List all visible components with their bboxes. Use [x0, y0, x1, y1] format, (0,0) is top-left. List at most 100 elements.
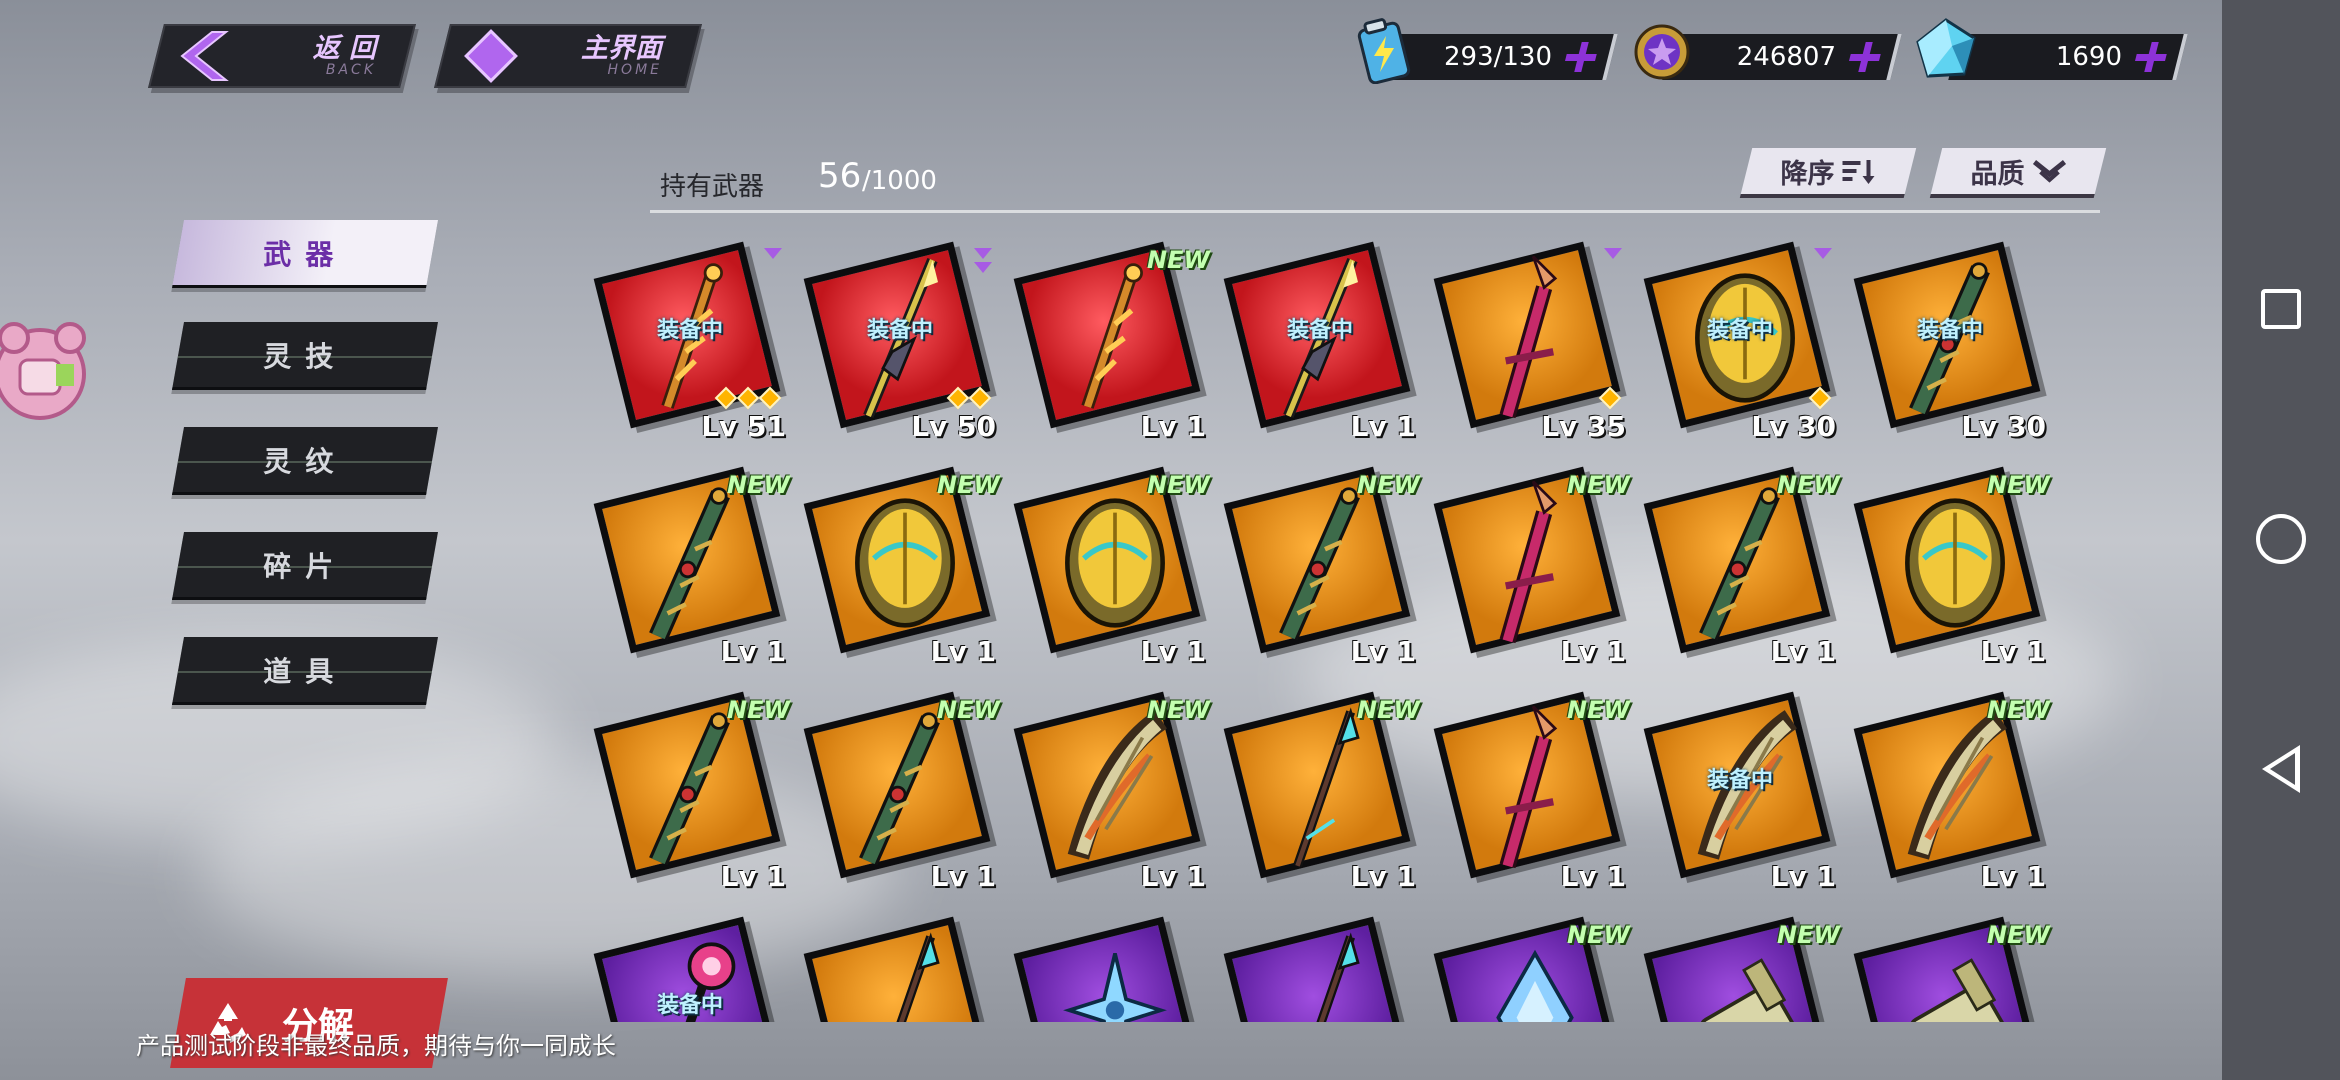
weapon-card[interactable]: NEW Lv 1 [1850, 465, 2050, 675]
home-button[interactable]: 主界面 HOME [434, 24, 702, 88]
tab-fragments[interactable]: 碎片 [172, 532, 438, 600]
weapon-level: Lv 1 [720, 860, 786, 893]
weapon-card[interactable]: NEW Lv 1 [1430, 465, 1630, 675]
back-sublabel: BACK [325, 61, 376, 78]
test-phase-notice: 产品测试阶段非最终品质，期待与你一同成长 [136, 1032, 616, 1060]
weapon-level: Lv 1 [720, 635, 786, 668]
weapon-level: Lv 1 [1560, 860, 1626, 893]
weapon-level: Lv 51 [701, 410, 786, 443]
jade-gauntlet-icon [859, 712, 940, 866]
tab-spirit-skills[interactable]: 灵技 [172, 322, 438, 390]
new-badge: NEW [1987, 921, 2050, 949]
weapon-card[interactable]: 装备中 Lv 51 [590, 240, 790, 450]
weapon-card[interactable] [1010, 915, 1210, 1022]
weapon-level: Lv 1 [1770, 635, 1836, 668]
tab-spirit-runes[interactable]: 灵纹 [172, 427, 438, 495]
weapon-card[interactable] [800, 915, 1000, 1022]
weapon-card[interactable]: 装备中 [590, 915, 790, 1022]
weapon-level: Lv 1 [930, 860, 996, 893]
quality-filter-button[interactable]: 品质 [1929, 148, 2107, 198]
equipped-badge: 装备中 [656, 993, 723, 1018]
weapon-card[interactable]: NEW Lv 1 [1640, 465, 1840, 675]
weapon-level: Lv 1 [1350, 860, 1416, 893]
gold-counter: 246807 [1662, 34, 1902, 80]
weapon-card[interactable]: NEW Lv 1 [1010, 240, 1210, 450]
triangle-back-icon [2262, 745, 2300, 793]
weapon-card[interactable]: 装备中 Lv 30 [1850, 240, 2050, 450]
jade-gauntlet-icon [1279, 487, 1360, 641]
back-button[interactable]: 返 回 BACK [148, 24, 416, 88]
weapon-card[interactable]: NEW Lv 1 [1010, 465, 1210, 675]
back-nav-button[interactable] [2222, 710, 2340, 828]
weapon-card[interactable]: NEW Lv 1 [1010, 690, 1210, 900]
new-badge: NEW [1567, 471, 1630, 499]
new-badge: NEW [1777, 471, 1840, 499]
rank-arrow-icon [974, 262, 992, 273]
weapon-card[interactable] [1220, 915, 1420, 1022]
home-nav-button[interactable] [2222, 480, 2340, 598]
tab-fragments-label: 碎片 [263, 549, 348, 583]
crimson-blade-icon [1499, 255, 1558, 419]
tab-items-label: 道具 [263, 654, 348, 688]
weapon-grid: 装备中 Lv 51 装备中 Lv 50 NEW Lv 1 装备中 Lv 1 Lv 35 装备中 Lv… [590, 240, 2090, 1022]
header-divider [650, 210, 2100, 213]
weapon-card[interactable]: 装备中 Lv 1 [1640, 690, 1840, 900]
weapon-card[interactable]: NEW Lv 1 [1850, 690, 2050, 900]
chevron-down-icon [2032, 160, 2067, 183]
recents-button[interactable] [2222, 250, 2340, 368]
home-sublabel: HOME [607, 61, 662, 78]
weapon-card[interactable]: NEW [1430, 915, 1630, 1022]
weapon-card[interactable]: NEW Lv 1 [590, 465, 790, 675]
weapon-card[interactable]: NEW Lv 1 [1430, 690, 1630, 900]
weapon-level: Lv 30 [1961, 410, 2046, 443]
golden-shield-icon [1905, 498, 2005, 628]
energy-battery-icon [1357, 18, 1411, 84]
golden-shield-icon [855, 498, 955, 628]
equipped-badge: 装备中 [656, 318, 723, 343]
weapon-level: Lv 30 [1751, 410, 1836, 443]
weapon-level: Lv 35 [1541, 410, 1626, 443]
mascot-character-icon[interactable] [0, 310, 92, 440]
teal-spear-icon [896, 932, 940, 1022]
new-badge: NEW [727, 471, 790, 499]
weapon-card[interactable]: NEW Lv 1 [1220, 690, 1420, 900]
gold-coin-icon [1634, 24, 1690, 80]
owned-weapons-label: 持有武器 [660, 172, 765, 202]
new-badge: NEW [937, 471, 1000, 499]
new-badge: NEW [1147, 696, 1210, 724]
jade-gauntlet-icon [649, 487, 730, 641]
weapon-card[interactable]: 装备中 Lv 1 [1220, 240, 1420, 450]
weapon-card[interactable]: NEW [1850, 915, 2050, 1022]
weapon-level: Lv 1 [1770, 860, 1836, 893]
weapon-card[interactable]: 装备中 Lv 50 [800, 240, 1000, 450]
game-screen: 返 回 BACK 主界面 HOME 293/130 246807 1690 武器… [0, 0, 2222, 1080]
weapon-card[interactable]: NEW Lv 1 [800, 690, 1000, 900]
equipped-badge: 装备中 [1916, 318, 1983, 343]
tab-weapons-label: 武器 [263, 237, 348, 271]
weapon-card[interactable]: NEW Lv 1 [590, 690, 790, 900]
weapon-card[interactable]: Lv 35 [1430, 240, 1630, 450]
new-badge: NEW [1147, 246, 1210, 274]
rank-arrow-icon [764, 248, 782, 259]
sort-descending-button[interactable]: 降序 [1739, 148, 1917, 198]
tab-weapons[interactable]: 武器 [172, 220, 438, 288]
rank-arrow-icon [1814, 248, 1832, 259]
weapon-level: Lv 1 [1350, 410, 1416, 443]
tab-items[interactable]: 道具 [172, 637, 438, 705]
weapon-level: Lv 1 [1140, 860, 1206, 893]
weapon-card[interactable]: NEW [1640, 915, 1840, 1022]
weapon-card[interactable]: NEW Lv 1 [1220, 465, 1420, 675]
weapon-card[interactable]: 装备中 Lv 30 [1640, 240, 1840, 450]
equipped-badge: 装备中 [1706, 768, 1773, 793]
square-icon [2261, 289, 2301, 329]
new-badge: NEW [1567, 696, 1630, 724]
ice-shuriken-icon [1063, 952, 1167, 1022]
jade-gauntlet-icon [1699, 487, 1780, 641]
teal-spear-icon [1316, 932, 1360, 1022]
equipped-badge: 装备中 [1706, 318, 1773, 343]
equipped-badge: 装备中 [866, 318, 933, 343]
weapon-card[interactable]: NEW Lv 1 [800, 465, 1000, 675]
owned-weapons-max: /1000 [862, 166, 937, 196]
weapon-level: Lv 1 [1980, 635, 2046, 668]
jade-gauntlet-icon [649, 712, 730, 866]
